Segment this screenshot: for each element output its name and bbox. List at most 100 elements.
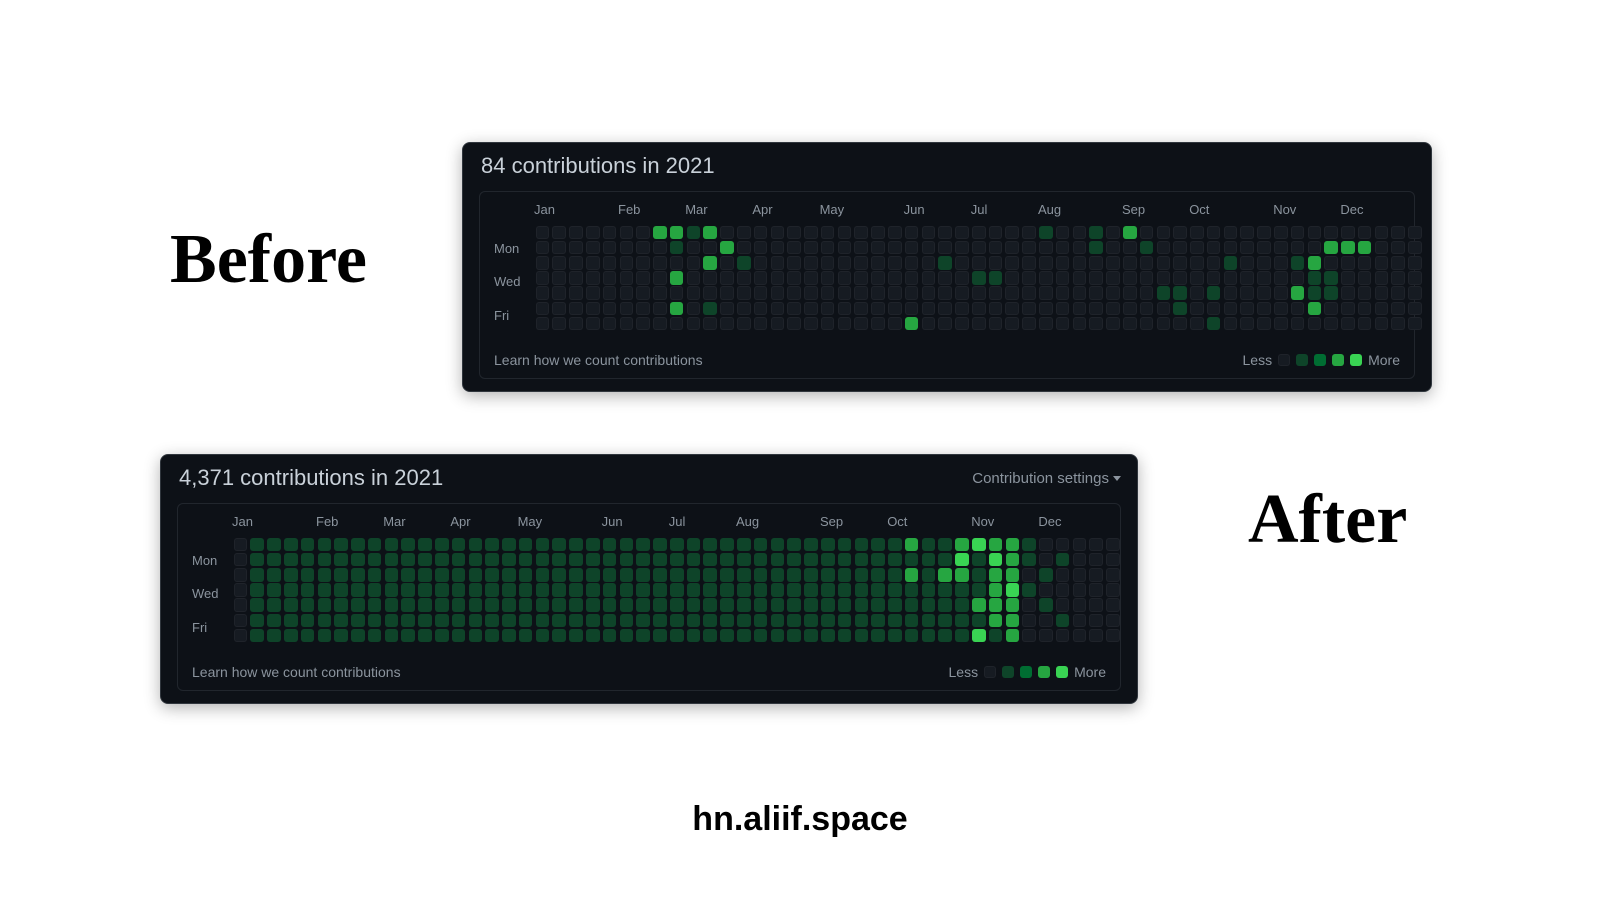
contribution-cell[interactable] xyxy=(821,302,835,316)
contribution-cell[interactable] xyxy=(1039,568,1053,582)
contribution-cell[interactable] xyxy=(787,553,801,567)
contribution-cell[interactable] xyxy=(569,553,583,567)
contribution-cell[interactable] xyxy=(1123,271,1137,285)
contribution-cell[interactable] xyxy=(351,598,365,612)
contribution-cell[interactable] xyxy=(267,614,281,628)
contribution-cell[interactable] xyxy=(972,256,986,270)
contribution-cell[interactable] xyxy=(871,553,885,567)
contribution-cell[interactable] xyxy=(1056,598,1070,612)
contribution-cell[interactable] xyxy=(922,583,936,597)
contribution-cell[interactable] xyxy=(418,629,432,643)
contribution-cell[interactable] xyxy=(569,226,583,240)
contribution-cell[interactable] xyxy=(351,614,365,628)
contribution-cell[interactable] xyxy=(1157,286,1171,300)
contribution-cell[interactable] xyxy=(1341,286,1355,300)
contribution-cell[interactable] xyxy=(1173,271,1187,285)
contribution-cell[interactable] xyxy=(318,598,332,612)
contribution-cell[interactable] xyxy=(1056,226,1070,240)
contribution-cell[interactable] xyxy=(1056,256,1070,270)
contribution-cell[interactable] xyxy=(905,286,919,300)
contribution-cell[interactable] xyxy=(1089,286,1103,300)
contribution-cell[interactable] xyxy=(1224,241,1238,255)
contribution-cell[interactable] xyxy=(569,614,583,628)
contribution-cell[interactable] xyxy=(703,553,717,567)
contribution-cell[interactable] xyxy=(838,226,852,240)
contribution-cell[interactable] xyxy=(854,256,868,270)
contribution-cell[interactable] xyxy=(401,629,415,643)
contribution-cell[interactable] xyxy=(418,568,432,582)
contribution-cell[interactable] xyxy=(301,614,315,628)
contribution-cell[interactable] xyxy=(1056,583,1070,597)
contribution-cell[interactable] xyxy=(368,629,382,643)
contribution-cell[interactable] xyxy=(1274,271,1288,285)
contribution-cell[interactable] xyxy=(720,583,734,597)
contribution-cell[interactable] xyxy=(401,598,415,612)
contribution-cell[interactable] xyxy=(989,629,1003,643)
contribution-cell[interactable] xyxy=(821,553,835,567)
contribution-cell[interactable] xyxy=(1056,286,1070,300)
contribution-cell[interactable] xyxy=(838,241,852,255)
contribution-cell[interactable] xyxy=(502,598,516,612)
contribution-cell[interactable] xyxy=(1308,302,1322,316)
contribution-cell[interactable] xyxy=(972,629,986,643)
contribution-cell[interactable] xyxy=(771,553,785,567)
contribution-cell[interactable] xyxy=(1207,271,1221,285)
contribution-cell[interactable] xyxy=(636,302,650,316)
contribution-cell[interactable] xyxy=(905,302,919,316)
contribution-cell[interactable] xyxy=(485,553,499,567)
contribution-cell[interactable] xyxy=(452,553,466,567)
contribution-cell[interactable] xyxy=(1089,538,1103,552)
contribution-cell[interactable] xyxy=(1039,317,1053,331)
contribution-cell[interactable] xyxy=(1324,226,1338,240)
learn-link[interactable]: Learn how we count contributions xyxy=(192,664,401,680)
contribution-cell[interactable] xyxy=(1056,317,1070,331)
contribution-cell[interactable] xyxy=(284,629,298,643)
contribution-cell[interactable] xyxy=(1039,241,1053,255)
contribution-cell[interactable] xyxy=(552,614,566,628)
contribution-cell[interactable] xyxy=(636,256,650,270)
contribution-cell[interactable] xyxy=(284,538,298,552)
contribution-cell[interactable] xyxy=(1341,226,1355,240)
contribution-cell[interactable] xyxy=(938,629,952,643)
contribution-cell[interactable] xyxy=(720,271,734,285)
contribution-cell[interactable] xyxy=(1005,317,1019,331)
contribution-cell[interactable] xyxy=(922,317,936,331)
contribution-cell[interactable] xyxy=(385,583,399,597)
contribution-cell[interactable] xyxy=(670,226,684,240)
contribution-cell[interactable] xyxy=(754,598,768,612)
contribution-cell[interactable] xyxy=(720,256,734,270)
contribution-cell[interactable] xyxy=(1039,256,1053,270)
contribution-cell[interactable] xyxy=(1190,317,1204,331)
contribution-cell[interactable] xyxy=(905,226,919,240)
contribution-cell[interactable] xyxy=(653,583,667,597)
contribution-cell[interactable] xyxy=(1224,226,1238,240)
contribution-cell[interactable] xyxy=(1173,317,1187,331)
contribution-cell[interactable] xyxy=(1005,302,1019,316)
contribution-cell[interactable] xyxy=(536,286,550,300)
contribution-cell[interactable] xyxy=(1358,302,1372,316)
contribution-cell[interactable] xyxy=(771,256,785,270)
contribution-cell[interactable] xyxy=(720,302,734,316)
contribution-cell[interactable] xyxy=(821,629,835,643)
contribution-cell[interactable] xyxy=(888,226,902,240)
contribution-cell[interactable] xyxy=(301,538,315,552)
contribution-cell[interactable] xyxy=(1224,302,1238,316)
contribution-cell[interactable] xyxy=(787,629,801,643)
contribution-cell[interactable] xyxy=(418,598,432,612)
contribution-cell[interactable] xyxy=(1224,271,1238,285)
contribution-cell[interactable] xyxy=(469,583,483,597)
contribution-cell[interactable] xyxy=(636,241,650,255)
contribution-cell[interactable] xyxy=(1089,271,1103,285)
contribution-cell[interactable] xyxy=(653,286,667,300)
contribution-cell[interactable] xyxy=(838,629,852,643)
contribution-cell[interactable] xyxy=(636,286,650,300)
contribution-cell[interactable] xyxy=(519,553,533,567)
contribution-cell[interactable] xyxy=(955,568,969,582)
contribution-cell[interactable] xyxy=(586,256,600,270)
contribution-cell[interactable] xyxy=(854,271,868,285)
contribution-cell[interactable] xyxy=(1089,302,1103,316)
contribution-cell[interactable] xyxy=(1190,226,1204,240)
contribution-cell[interactable] xyxy=(1358,241,1372,255)
contribution-cell[interactable] xyxy=(552,256,566,270)
contribution-cell[interactable] xyxy=(821,226,835,240)
